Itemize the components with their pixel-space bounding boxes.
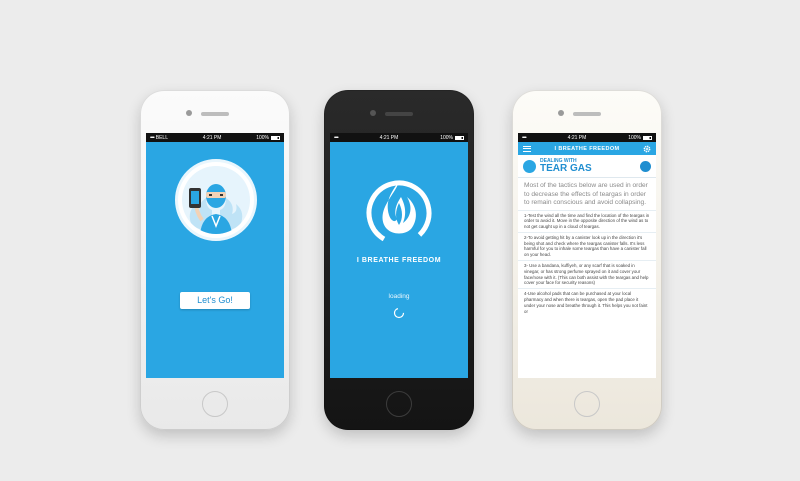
battery-icon (270, 135, 280, 140)
front-camera (370, 110, 376, 116)
signal-icon: ••••• (150, 134, 155, 141)
clock: 4:21 PM (379, 134, 399, 141)
gear-icon[interactable] (643, 145, 651, 153)
flame-logo-icon (366, 180, 432, 246)
status-bar: ••••• 4:21 PM 100% (330, 133, 468, 142)
home-button[interactable] (574, 391, 600, 417)
phone-center: ••••• 4:21 PM 100% I BREATHE FREEDOM loa… (324, 90, 474, 430)
phone-right: ••••• 4:21 PM 100% I BREATHE FREEDOM DEA… (512, 90, 662, 430)
signal-icon: ••••• (522, 134, 527, 141)
hamburger-menu-icon[interactable] (523, 145, 531, 152)
clock: 4:21 PM (567, 134, 587, 141)
splash-screen: ••••• 4:21 PM 100% I BREATHE FREEDOM loa… (330, 133, 468, 378)
earpiece-speaker (573, 112, 601, 116)
earpiece-speaker (201, 112, 229, 116)
phone-left: ••••• BELL 4:21 PM 100% Let's Go! (140, 90, 290, 430)
masked-person-illustration (182, 166, 250, 234)
tip-item: 2-To avoid getting hit by a canister loo… (518, 231, 656, 260)
carrier-label: BELL (155, 134, 168, 141)
tip-item: 1-Test the wind all the time and find th… (518, 209, 656, 232)
app-name: I BREATHE FREEDOM (356, 257, 442, 264)
battery-percent: 100% (256, 134, 269, 141)
battery-percent: 100% (440, 134, 453, 141)
clock: 4:21 PM (202, 134, 222, 141)
battery-percent: 100% (628, 134, 641, 141)
lets-go-button[interactable]: Let's Go! (180, 292, 250, 309)
loading-label: loading (388, 293, 410, 300)
home-button[interactable] (386, 391, 412, 417)
tip-item: 4-Use alcohol pads that can be purchased… (518, 288, 656, 316)
signal-icon: ••••• (334, 134, 339, 141)
battery-icon (643, 135, 652, 140)
home-button[interactable] (202, 391, 228, 417)
gas-mask-icon (640, 161, 651, 172)
app-bar-title: I BREATHE FREEDOM (554, 145, 620, 152)
tear-gas-icon (523, 160, 536, 173)
illustration-circle (175, 159, 257, 241)
front-camera (558, 110, 564, 116)
app-bar: I BREATHE FREEDOM (518, 142, 656, 155)
loading-spinner-icon (393, 307, 405, 319)
section-header: DEALING WITH TEAR GAS (518, 155, 656, 178)
earpiece-speaker (385, 112, 413, 116)
status-bar: ••••• BELL 4:21 PM 100% (146, 133, 284, 142)
intro-text: Most of the tactics below are used in or… (524, 182, 648, 206)
status-bar: ••••• 4:21 PM 100% (518, 133, 656, 142)
section-title: TEAR GAS (540, 163, 592, 174)
battery-icon (455, 135, 464, 140)
tear-gas-screen: ••••• 4:21 PM 100% I BREATHE FREEDOM DEA… (518, 133, 656, 378)
welcome-screen: ••••• BELL 4:21 PM 100% Let's Go! (146, 133, 284, 378)
front-camera (186, 110, 192, 116)
tip-item: 3- Use a bandana, kuffiyeh, or any scarf… (518, 260, 656, 288)
